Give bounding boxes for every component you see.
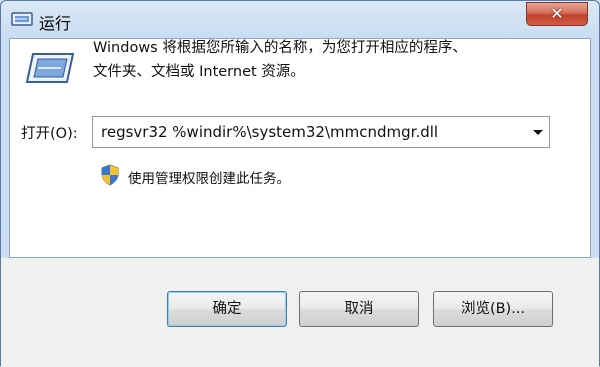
open-combobox[interactable]: regsvr32 %windir%\system32\mmcndmgr.dll [92,116,550,148]
description-line-1: Windows 将根据您所输入的名称，为您打开相应的程序、 [93,40,467,56]
run-icon [11,12,33,26]
ok-button[interactable]: 确定 [167,291,287,327]
run-program-icon [25,53,75,83]
close-icon: ✕ [550,4,564,23]
open-field-label: 打开(O): [21,126,78,142]
title-bar[interactable]: 运行 ✕ [1,1,599,41]
chevron-down-icon[interactable] [527,117,549,147]
close-button[interactable]: ✕ [526,2,588,26]
cancel-button[interactable]: 取消 [299,291,419,327]
admin-privilege-note: 使用管理权限创建此任务。 [128,171,290,187]
window-title: 运行 [39,14,72,33]
run-dialog: 运行 ✕ Windows 将根据您所输入的名称，为您打开相应的程序、 文件夹、文… [0,0,600,367]
description-line-2: 文件夹、文档或 Internet 资源。 [93,64,305,80]
browse-button[interactable]: 浏览(B)... [433,291,553,327]
description: Windows 将根据您所输入的名称，为您打开相应的程序、 文件夹、文档或 In… [93,36,553,84]
open-input[interactable]: regsvr32 %windir%\system32\mmcndmgr.dll [101,123,438,141]
shield-icon [101,164,119,186]
